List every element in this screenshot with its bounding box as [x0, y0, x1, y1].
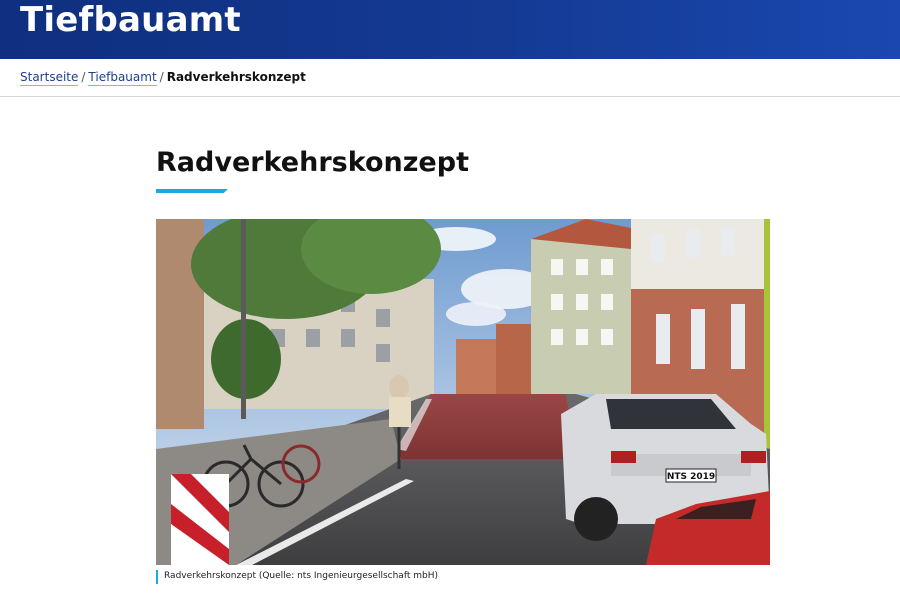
breadcrumb-link-home[interactable]: Startseite — [20, 70, 79, 86]
license-plate: NTS 2019 — [667, 472, 715, 482]
site-header: Tiefbauamt — [0, 0, 900, 59]
header-divider — [0, 96, 900, 97]
page-title: Radverkehrskonzept — [156, 147, 469, 178]
site-title[interactable]: Tiefbauamt — [20, 0, 241, 40]
breadcrumb-separator: / — [81, 70, 86, 84]
breadcrumb-link-tiefbauamt[interactable]: Tiefbauamt — [88, 70, 157, 86]
image-caption: Radverkehrskonzept (Quelle: nts Ingenieu… — [156, 570, 438, 584]
breadcrumb: Startseite / Tiefbauamt / Radverkehrskonzept — [20, 68, 306, 88]
street-rendering-image: NTS 2019 — [156, 219, 770, 565]
breadcrumb-separator: / — [159, 70, 164, 84]
breadcrumb-current: Radverkehrskonzept — [166, 70, 306, 84]
title-underline — [156, 189, 228, 193]
